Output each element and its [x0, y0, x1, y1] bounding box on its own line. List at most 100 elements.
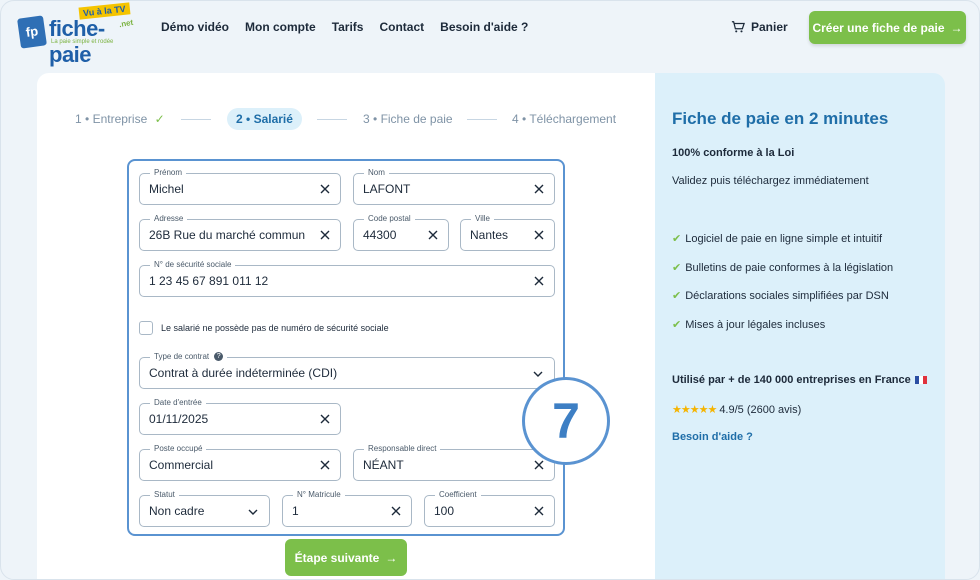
field-value: Nantes	[470, 228, 509, 242]
clear-icon[interactable]	[426, 228, 440, 242]
clear-icon[interactable]	[532, 182, 546, 196]
field-value: 100	[434, 504, 455, 518]
responsable-field[interactable]: Responsable direct NÉANT	[353, 443, 555, 481]
feature-text: Mises à jour légales incluses	[685, 319, 826, 331]
feature-text: Logiciel de paie en ligne simple et intu…	[685, 233, 883, 245]
step-divider	[467, 119, 497, 120]
poste-field[interactable]: Poste occupé Commercial	[139, 443, 341, 481]
app-frame: fp fiche-paie Vu à la TV .net La paie si…	[0, 0, 980, 580]
no-secu-label: Le salarié ne possède pas de numéro de s…	[161, 323, 389, 333]
header: fp fiche-paie Vu à la TV .net La paie si…	[1, 1, 979, 67]
help-icon[interactable]: ?	[214, 352, 224, 362]
usage-stat: Utilisé par + de 140 000 entreprises en …	[672, 374, 927, 386]
field-value: Commercial	[149, 458, 214, 472]
france-flag-icon	[914, 376, 927, 385]
adresse-field[interactable]: Adresse 26B Rue du marché commun	[139, 213, 341, 251]
next-step-button[interactable]: Étape suivante →	[285, 539, 407, 576]
check-icon: ✔	[672, 262, 682, 274]
prenom-field[interactable]: Prénom Michel	[139, 167, 341, 205]
help-link[interactable]: Besoin d'aide ?	[672, 431, 753, 443]
type-contrat-select[interactable]: Type de contrat? Contrat à durée indéter…	[139, 351, 555, 389]
nav-account[interactable]: Mon compte	[245, 20, 316, 34]
feature-item: ✔ Mises à jour légales incluses	[672, 318, 825, 331]
feature-item: ✔ Bulletins de paie conformes à la législ…	[672, 261, 893, 274]
field-value: LAFONT	[363, 182, 411, 196]
feature-item: ✔ Déclarations sociales simplifiées par D…	[672, 289, 889, 302]
clear-icon[interactable]	[532, 458, 546, 472]
field-label: Type de contrat?	[150, 351, 228, 363]
secu-field[interactable]: N° de sécurité sociale 1 23 45 67 891 01…	[139, 259, 555, 297]
next-step-label: Étape suivante	[294, 550, 380, 565]
rating: ★★★★★ 4.9/5 (2600 avis)	[672, 403, 801, 416]
step-fiche[interactable]: 3 • Fiche de paie	[363, 108, 453, 130]
step-salarie[interactable]: 2 • Salarié	[227, 108, 302, 130]
matricule-field[interactable]: N° Matricule 1	[282, 489, 412, 527]
date-entree-field[interactable]: Date d'entrée 01/11/2025	[139, 397, 341, 435]
field-label: Code postal	[364, 213, 415, 225]
ville-field[interactable]: Ville Nantes	[460, 213, 555, 251]
check-icon: ✔	[672, 290, 682, 302]
field-value: 26B Rue du marché commun	[149, 228, 306, 242]
step-label: Fiche de paie	[380, 112, 453, 126]
step-divider	[317, 119, 347, 120]
panel-title: Fiche de paie en 2 minutes	[672, 109, 889, 128]
no-secu-row: Le salarié ne possède pas de numéro de s…	[139, 321, 389, 335]
nav-pricing[interactable]: Tarifs	[332, 20, 364, 34]
panel-subtitle: 100% conforme à la Loi	[672, 147, 795, 159]
field-value: 44300	[363, 228, 397, 242]
nav-help[interactable]: Besoin d'aide ?	[440, 20, 528, 34]
step-label: Téléchargement	[529, 112, 617, 126]
statut-select[interactable]: Statut Non cadre	[139, 489, 270, 527]
field-value: 1 23 45 67 891 011 12	[149, 274, 269, 288]
main-nav: Démo vidéo Mon compte Tarifs Contact Bes…	[161, 20, 528, 34]
field-label: Ville	[471, 213, 494, 225]
step-entreprise[interactable]: 1 • Entreprise ✓	[75, 108, 165, 130]
clear-icon[interactable]	[318, 412, 332, 426]
step-label: Entreprise	[92, 112, 148, 126]
nav-demo[interactable]: Démo vidéo	[161, 20, 229, 34]
check-icon: ✔	[672, 233, 682, 245]
rating-text: 4.9/5 (2600 avis)	[719, 404, 802, 416]
field-label: Date d'entrée	[150, 397, 206, 409]
clear-icon[interactable]	[532, 504, 546, 518]
clear-icon[interactable]	[532, 274, 546, 288]
step-label: Salarié	[253, 112, 293, 126]
step-number: 4	[512, 112, 519, 126]
clear-icon[interactable]	[318, 228, 332, 242]
employee-form: Prénom Michel Nom LAFONT Adresse 26B Rue…	[127, 159, 610, 536]
field-label: Statut	[150, 489, 179, 501]
clear-icon[interactable]	[389, 504, 403, 518]
logo-mark: fp	[17, 15, 47, 49]
field-label: Adresse	[150, 213, 188, 225]
usage-text: Utilisé par + de 140 000 entreprises en …	[672, 374, 911, 386]
info-panel: Fiche de paie en 2 minutes 100% conforme…	[655, 73, 945, 579]
create-payslip-button[interactable]: Créer une fiche de paie →	[809, 11, 966, 44]
code-postal-field[interactable]: Code postal 44300	[353, 213, 449, 251]
cta-label: Créer une fiche de paie	[812, 20, 945, 35]
no-secu-checkbox[interactable]	[139, 321, 153, 335]
main-card: 1 • Entreprise ✓ 2 • Salarié 3 • Fiche d…	[37, 73, 657, 579]
panel-text: Validez puis téléchargez immédiatement	[672, 175, 869, 187]
cart-link[interactable]: Panier	[731, 20, 788, 34]
arrow-right-icon: →	[385, 550, 398, 565]
clear-icon[interactable]	[318, 458, 332, 472]
field-value: Michel	[149, 182, 184, 196]
step-telechargement[interactable]: 4 • Téléchargement	[512, 108, 616, 130]
logo[interactable]: fp fiche-paie Vu à la TV .net La paie si…	[17, 2, 139, 67]
clear-icon[interactable]	[318, 182, 332, 196]
field-value: NÉANT	[363, 458, 404, 472]
nav-contact[interactable]: Contact	[379, 20, 424, 34]
clear-icon[interactable]	[532, 228, 546, 242]
feature-text: Déclarations sociales simplifiées par DS…	[685, 290, 889, 302]
field-value: 01/11/2025	[149, 412, 209, 426]
field-label: Responsable direct	[364, 443, 441, 455]
coefficient-field[interactable]: Coefficient 100	[424, 489, 555, 527]
stepper: 1 • Entreprise ✓ 2 • Salarié 3 • Fiche d…	[75, 108, 635, 130]
check-icon: ✓	[154, 112, 165, 126]
field-label: N° Matricule	[293, 489, 345, 501]
field-value: Non cadre	[149, 504, 205, 518]
arrow-right-icon: →	[950, 20, 963, 35]
field-label: Poste occupé	[150, 443, 207, 455]
field-label: Coefficient	[435, 489, 481, 501]
nom-field[interactable]: Nom LAFONT	[353, 167, 555, 205]
